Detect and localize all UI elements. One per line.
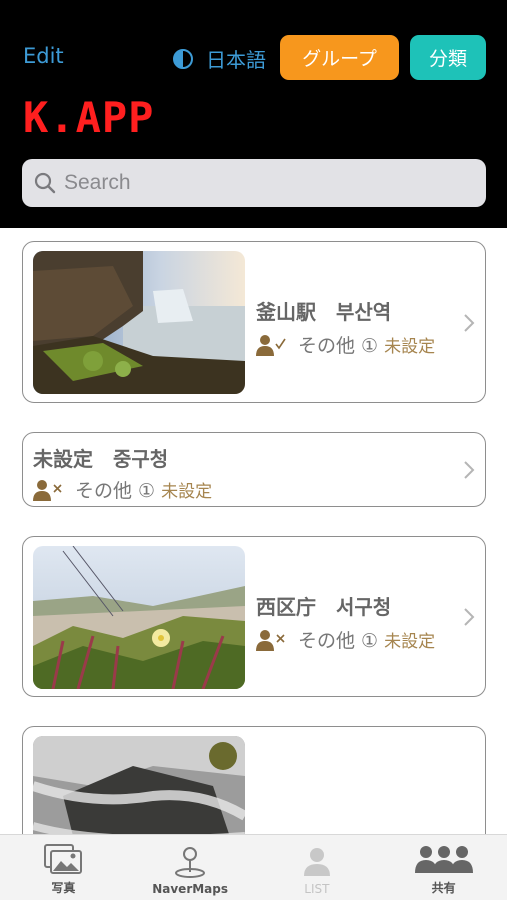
contrast-icon <box>173 48 193 69</box>
item-owner: その他 ① <box>75 480 156 502</box>
item-status: 未設定 <box>384 632 436 652</box>
person-icon <box>303 848 330 876</box>
tab-label: LIST <box>304 882 330 896</box>
search-icon <box>34 172 56 194</box>
item-status: 未設定 <box>161 482 213 502</box>
tab-navermaps[interactable]: NaverMaps <box>127 835 254 900</box>
thumbnail-image <box>33 546 245 689</box>
item-meta: その他 ① 未設定 <box>33 476 212 503</box>
thumbnail-image <box>33 251 245 394</box>
tab-photos[interactable]: 写真 <box>0 835 127 900</box>
brand-logo: K.APP <box>23 93 155 142</box>
edit-button[interactable]: Edit <box>23 44 64 68</box>
list-item[interactable]: 釜山駅 부산역 その他 ① 未設定 <box>22 241 486 403</box>
item-status: 未設定 <box>384 337 436 357</box>
item-title: 西区庁 서구청 <box>256 595 392 619</box>
tab-label: NaverMaps <box>152 882 229 896</box>
person-check-icon <box>256 334 286 356</box>
header: Edit 日本語 グループ 分類 K.APP <box>0 0 507 228</box>
chevron-right-icon <box>464 314 475 332</box>
list-item[interactable]: 西区庁 서구청 その他 ① 未設定 <box>22 536 486 697</box>
tab-bar: 写真 NaverMaps LIST 共有 <box>0 834 507 900</box>
group-icon <box>414 846 473 873</box>
item-owner: その他 ① <box>298 335 379 357</box>
language-toggle[interactable]: 日本語 <box>172 44 266 73</box>
item-title: 未設定 중구청 <box>33 447 169 471</box>
item-owner: その他 ① <box>298 630 379 652</box>
language-label: 日本語 <box>206 48 266 72</box>
photos-icon <box>44 844 83 874</box>
person-x-icon <box>256 629 285 651</box>
group-button[interactable]: グループ <box>280 35 399 80</box>
item-meta: その他 ① 未設定 <box>256 331 435 358</box>
search-bar[interactable] <box>22 159 486 207</box>
tab-label: 写真 <box>51 881 76 895</box>
tab-list[interactable]: LIST <box>254 835 381 900</box>
item-meta: その他 ① 未設定 <box>256 626 435 653</box>
chevron-right-icon <box>464 608 475 626</box>
search-input[interactable] <box>64 171 444 195</box>
tab-label: 共有 <box>431 881 456 895</box>
map-pin-icon <box>175 847 206 878</box>
tab-share[interactable]: 共有 <box>380 835 507 900</box>
list-item[interactable]: 未設定 중구청 その他 ① 未設定 <box>22 432 486 507</box>
item-title: 釜山駅 부산역 <box>256 300 392 324</box>
person-x-icon <box>33 479 62 501</box>
classify-button[interactable]: 分類 <box>410 35 486 80</box>
chevron-right-icon <box>464 461 475 479</box>
